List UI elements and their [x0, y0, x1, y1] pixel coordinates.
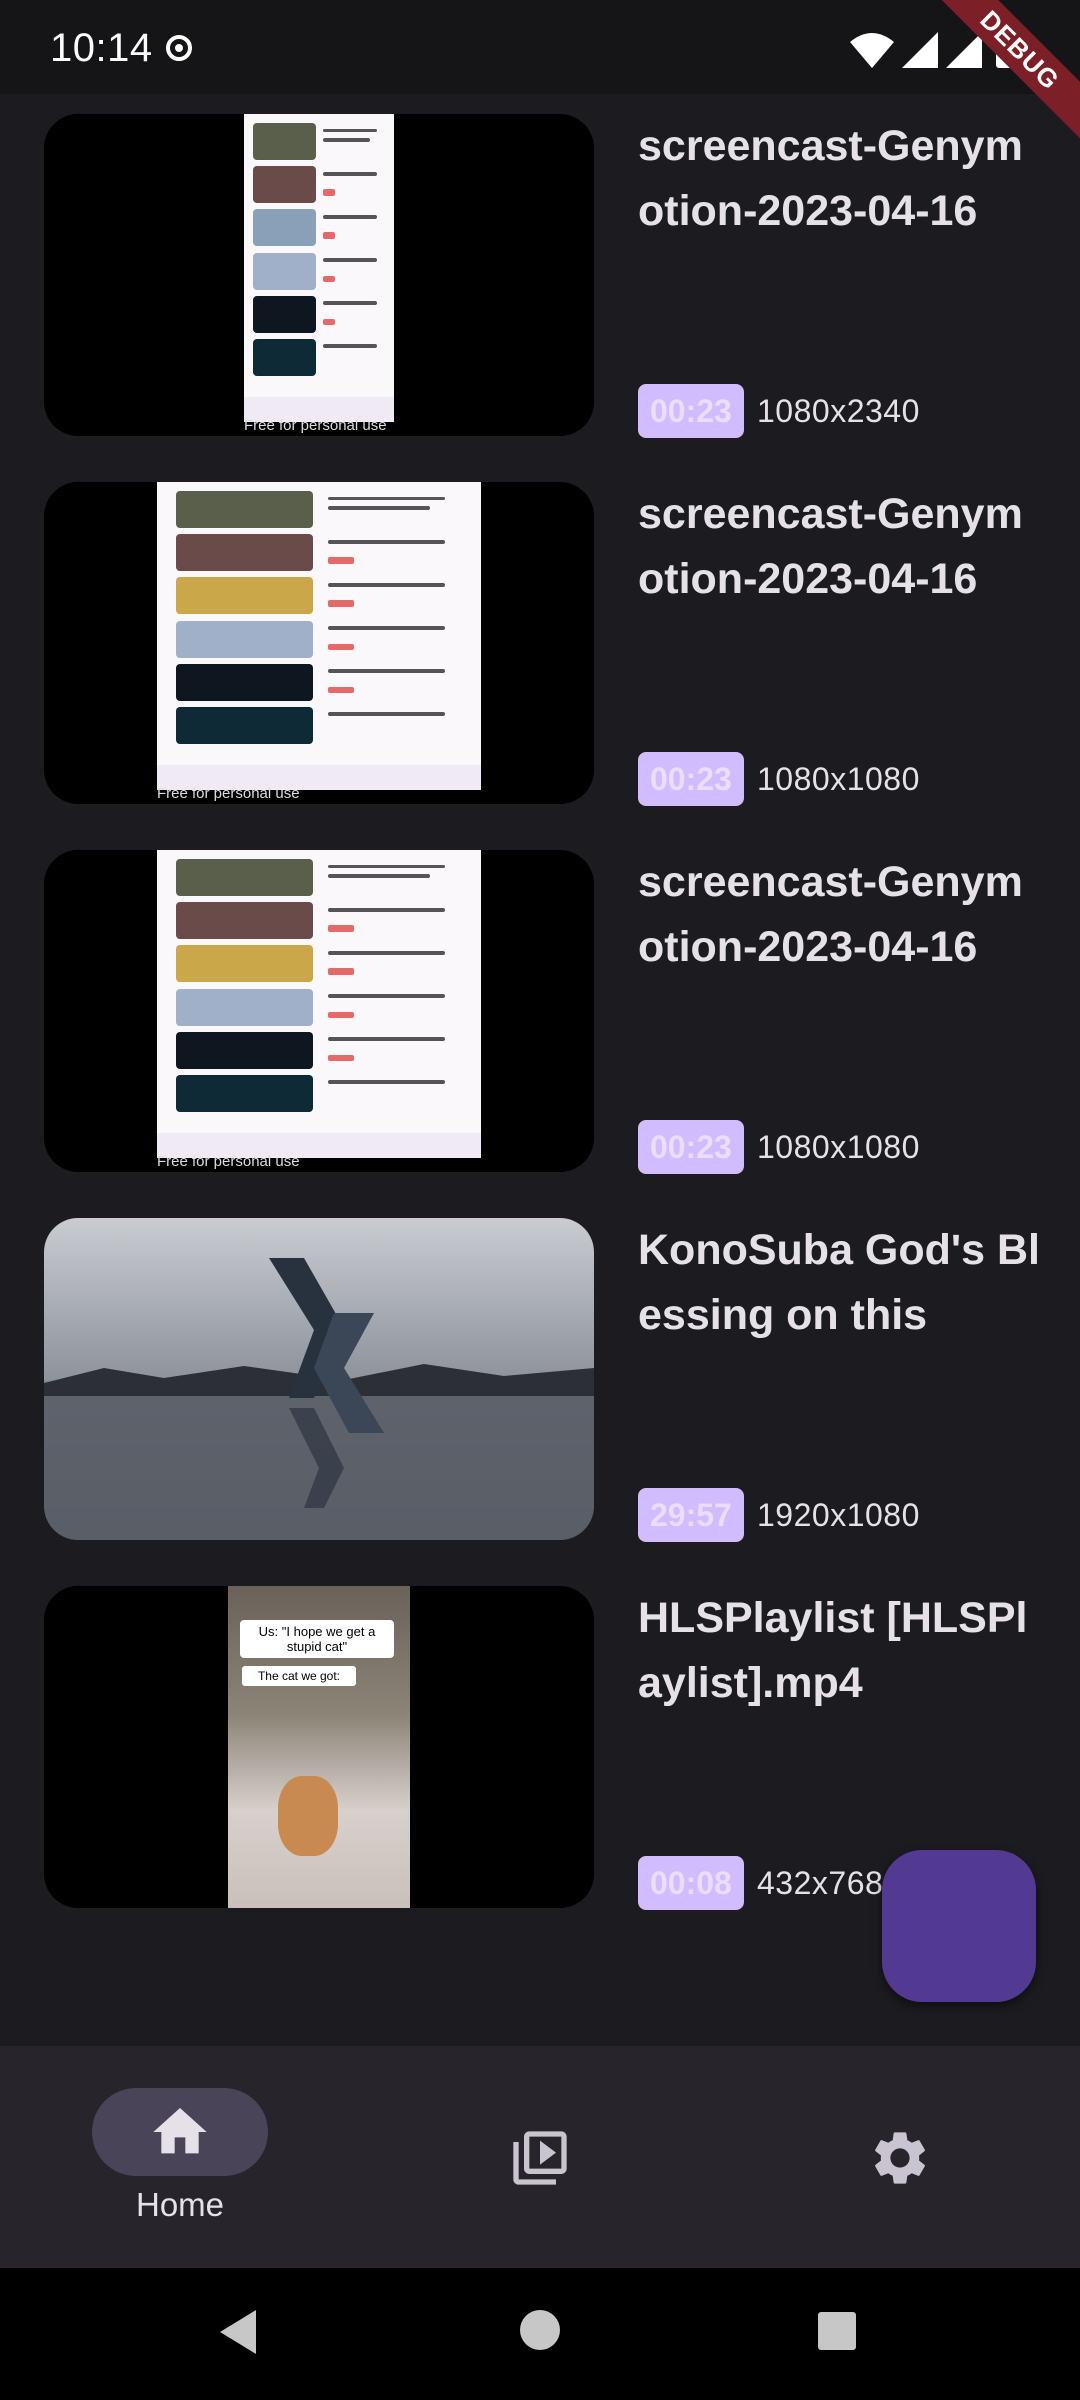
nav-label-home: Home: [135, 2186, 225, 2223]
landscape-thumbnail-image: [44, 1218, 594, 1540]
nav-item-library[interactable]: [360, 2046, 720, 2268]
thumbnail-screen: [157, 850, 481, 1158]
video-title: HLSPlaylist [HLSPlaylist].mp4: [638, 1594, 1028, 1707]
thumbnail-caption: Free for personal use: [244, 417, 387, 434]
floating-action-button[interactable]: [882, 1850, 1036, 2002]
recording-indicator-icon: [166, 35, 192, 61]
video-thumbnail[interactable]: Free for personal use: [44, 482, 594, 804]
video-title: screencast-Genymotion-2023-04-16: [638, 490, 1023, 603]
meme-text-bottom: The cat we got:: [242, 1666, 356, 1686]
nav-item-settings[interactable]: [720, 2046, 1080, 2268]
thumbnail-caption: Free for personal use: [157, 785, 300, 802]
thumbnail-caption: Free for personal use: [157, 1153, 300, 1170]
video-resolution: 432x768: [757, 1865, 884, 1901]
duration-badge: 00:23: [638, 752, 744, 806]
video-resolution: 1080x1080: [757, 761, 920, 797]
system-navigation-bar: [0, 2268, 1080, 2400]
video-list[interactable]: Free for personal use screencast-Genymot…: [0, 94, 1080, 2046]
video-thumbnail[interactable]: Free for personal use: [44, 114, 594, 436]
recents-icon[interactable]: [818, 2312, 856, 2350]
duration-badge: 29:57: [638, 1488, 744, 1542]
video-title: screencast-Genymotion-2023-04-16: [638, 122, 1023, 235]
meme-text-top: Us: "I hope we get a stupid cat": [240, 1620, 394, 1658]
cat-video-frame: Us: "I hope we get a stupid cat" The cat…: [228, 1586, 410, 1908]
wifi-icon: [850, 33, 894, 68]
gear-icon: [875, 2132, 925, 2184]
duration-badge: 00:23: [638, 384, 744, 438]
video-list-item[interactable]: KonoSuba God's Blessing on this 29:57 19…: [0, 1198, 1080, 1542]
duration-badge: 00:08: [638, 1856, 744, 1910]
duration-badge: 00:23: [638, 1120, 744, 1174]
home-icon: [153, 2108, 207, 2154]
video-list-item[interactable]: Free for personal use screencast-Genymot…: [0, 830, 1080, 1174]
video-library-icon: [513, 2131, 567, 2185]
bottom-navigation-bar: Home: [0, 2046, 1080, 2268]
back-icon[interactable]: [216, 2308, 260, 2356]
video-thumbnail[interactable]: [44, 1218, 594, 1540]
thumbnail-screen: [157, 482, 481, 790]
video-thumbnail[interactable]: Free for personal use: [44, 850, 594, 1172]
video-thumbnail[interactable]: Us: "I hope we get a stupid cat" The cat…: [44, 1586, 594, 1908]
video-resolution: 1080x2340: [757, 393, 920, 429]
video-list-item[interactable]: Us: "I hope we get a stupid cat" The cat…: [0, 1566, 1080, 1910]
video-title: screencast-Genymotion-2023-04-16: [638, 858, 1023, 971]
home-circle-icon[interactable]: [520, 2310, 560, 2350]
status-time: 10:14: [50, 26, 153, 70]
cat-figure: [278, 1776, 338, 1856]
thumbnail-screen: [244, 114, 394, 422]
signal-icon: [902, 32, 982, 68]
video-resolution: 1080x1080: [757, 1129, 920, 1165]
video-resolution: 1920x1080: [757, 1497, 920, 1533]
status-bar: 10:14 DEBUG: [0, 0, 1080, 157]
video-title: KonoSuba God's Blessing on this: [638, 1226, 1040, 1339]
nav-item-home[interactable]: Home: [0, 2046, 360, 2268]
video-list-item[interactable]: Free for personal use screencast-Genymot…: [0, 462, 1080, 806]
video-list-item[interactable]: Free for personal use screencast-Genymot…: [0, 94, 1080, 438]
